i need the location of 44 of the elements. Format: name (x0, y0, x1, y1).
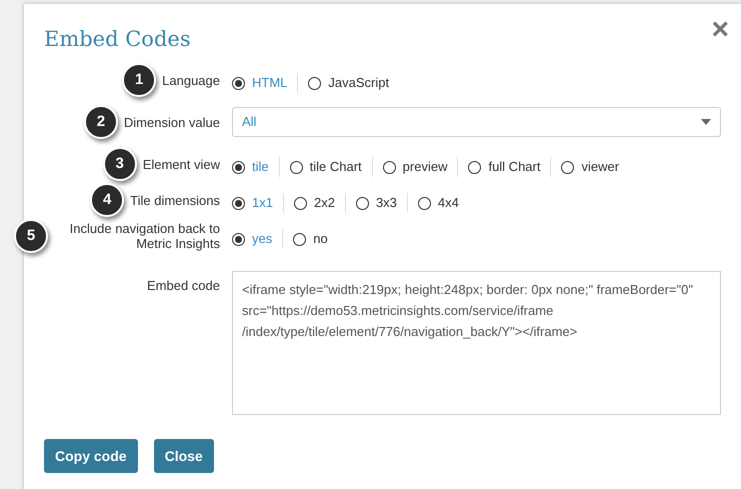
radio-icon (356, 196, 369, 210)
step-number-badge: 3 (102, 147, 137, 181)
radio-option[interactable]: 1x1 (232, 193, 273, 213)
step-number-badge: 4 (90, 183, 124, 217)
radio-option[interactable]: tile (232, 157, 269, 177)
embed-code-textarea[interactable]: <iframe style="width:219px; height:248px; border: 0px none;" frameBorder="0" src="https://demo53.metricinsights.com/service/iframe /index/type/tile/element/776/navigation_back/Y"></iframe> (232, 271, 721, 415)
close-dialog-button[interactable]: Close (154, 439, 214, 473)
field-label: Language (162, 72, 220, 88)
radio-option[interactable]: tile Chart (290, 157, 362, 177)
field-label: Tile dimensions (130, 192, 220, 208)
step-number-badge: 5 (14, 219, 48, 253)
radio-icon (382, 160, 396, 174)
radio-icon (232, 196, 245, 210)
radio-option[interactable]: 2x2 (294, 193, 335, 213)
radio-icon (561, 160, 574, 174)
radio-icon (468, 160, 482, 174)
copy-code-button[interactable]: Copy code (44, 439, 138, 473)
radio-option[interactable]: yes (232, 229, 272, 249)
field-label: Include navigation back to Metric Insights (68, 221, 220, 251)
radio-option[interactable]: full Chart (468, 157, 540, 177)
radio-icon (290, 160, 303, 174)
close-button[interactable]: × (711, 18, 729, 42)
step-number-badge: 1 (122, 63, 156, 97)
radio-icon (293, 232, 306, 246)
dimension-select[interactable]: All (232, 107, 721, 137)
radio-option[interactable]: HTML (232, 73, 288, 93)
radio-icon (308, 76, 322, 90)
field-label: Embed code (147, 278, 220, 293)
radio-icon (232, 232, 245, 246)
radio-option[interactable]: no (293, 229, 328, 249)
radio-icon (232, 160, 245, 174)
radio-option[interactable]: viewer (561, 157, 620, 177)
radio-icon (294, 196, 307, 210)
radio-option[interactable]: 3x3 (356, 193, 397, 213)
radio-icon (418, 196, 431, 210)
step-number-badge: 2 (84, 105, 118, 139)
radio-icon (232, 76, 245, 90)
dialog-title: Embed Codes (44, 26, 191, 53)
radio-option[interactable]: 4x4 (418, 193, 459, 213)
dropdown-caret-icon (701, 119, 711, 125)
radio-option[interactable]: preview (382, 157, 448, 177)
field-label: Dimension value (124, 114, 220, 130)
radio-option[interactable]: JavaScript (308, 73, 390, 93)
field-label: Element view (142, 156, 220, 172)
